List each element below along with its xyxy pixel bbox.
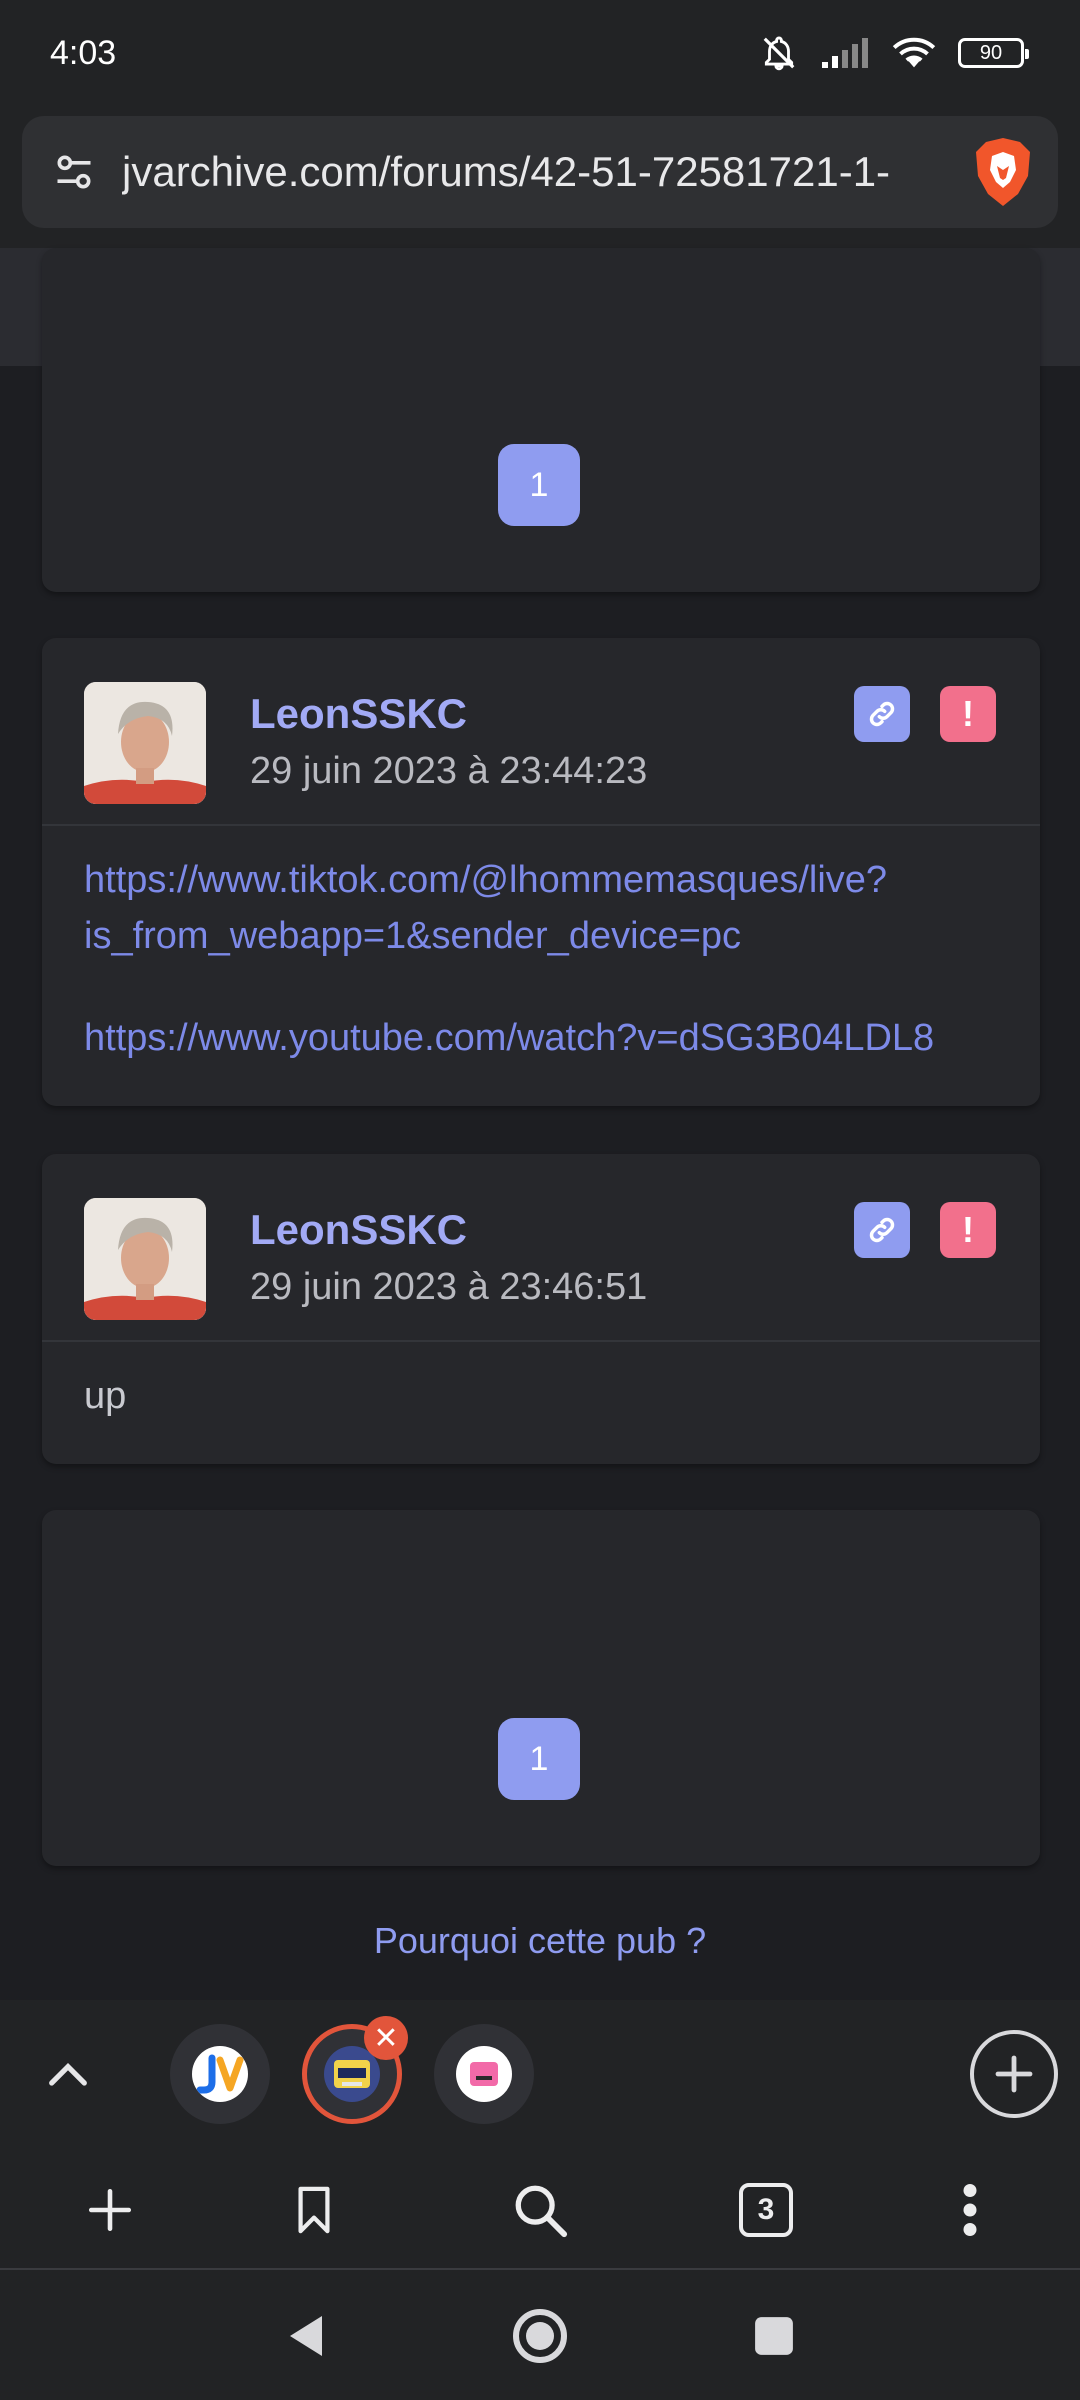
more-menu-button[interactable]	[932, 2172, 1008, 2248]
ad-notice-link[interactable]: Pourquoi cette pub ?	[0, 1920, 1080, 1962]
post-body: up	[42, 1342, 1040, 1424]
new-tab-button[interactable]	[72, 2172, 148, 2248]
link-icon	[869, 1217, 895, 1243]
more-vertical-icon	[963, 2184, 977, 2236]
status-bar: 4:03 90	[0, 0, 1080, 106]
tab-thumbnail[interactable]	[170, 2024, 270, 2124]
page-button[interactable]: 1	[498, 444, 580, 526]
report-button[interactable]: !	[940, 686, 996, 742]
system-nav-bar	[0, 2270, 1080, 2400]
jv-icon	[192, 2046, 248, 2102]
plus-icon	[995, 2055, 1033, 2093]
recents-icon	[755, 2317, 793, 2355]
brave-shields-icon[interactable]	[970, 136, 1036, 208]
avatar[interactable]	[84, 682, 206, 804]
back-button[interactable]	[268, 2300, 340, 2372]
pink-site-icon	[456, 2046, 512, 2102]
home-button[interactable]	[504, 2300, 576, 2372]
battery-icon: 90	[958, 38, 1029, 68]
post-header: LeonSSKC 29 juin 2023 à 23:44:23 !	[42, 638, 1040, 826]
status-icons: 90	[760, 34, 1029, 72]
bookmark-icon	[298, 2186, 330, 2234]
link-icon	[869, 701, 895, 727]
tab-count: 3	[739, 2183, 793, 2237]
add-tab-button[interactable]	[970, 2030, 1058, 2118]
address-bar-area: jvarchive.com/forums/42-51-72581721-1-	[0, 106, 1080, 248]
close-tab-icon[interactable]: ✕	[364, 2016, 408, 2060]
post-link[interactable]: is_from_webapp=1&sender_device=pc	[84, 908, 998, 964]
permalink-button[interactable]	[854, 686, 910, 742]
home-icon	[513, 2309, 567, 2363]
post-card: LeonSSKC 29 juin 2023 à 23:46:51 ! up	[42, 1154, 1040, 1464]
search-button[interactable]	[502, 2172, 578, 2248]
post-body: https://www.tiktok.com/@lhommemasques/li…	[42, 826, 1040, 1066]
site-settings-icon[interactable]	[44, 142, 104, 202]
bookmark-button[interactable]	[276, 2172, 352, 2248]
tab-switcher-button[interactable]: 3	[728, 2172, 804, 2248]
post-author[interactable]: LeonSSKC	[250, 690, 467, 738]
status-time: 4:03	[50, 33, 117, 72]
bell-off-icon	[763, 36, 795, 71]
avatar[interactable]	[84, 1198, 206, 1320]
recents-button[interactable]	[738, 2300, 810, 2372]
post-link[interactable]: https://www.tiktok.com/@lhommemasques/li…	[84, 852, 998, 908]
tab-thumbnail[interactable]	[434, 2024, 534, 2124]
back-icon	[290, 2316, 322, 2356]
url-text[interactable]: jvarchive.com/forums/42-51-72581721-1-	[122, 148, 958, 196]
post-date: 29 juin 2023 à 23:46:51	[250, 1266, 648, 1308]
page-button[interactable]: 1	[498, 1718, 580, 1800]
post-date: 29 juin 2023 à 23:44:23	[250, 750, 648, 792]
signal-icon	[822, 38, 868, 68]
post-text: up	[84, 1375, 127, 1417]
wifi-icon	[892, 37, 936, 68]
search-icon	[515, 2185, 568, 2238]
post-link[interactable]: https://www.youtube.com/watch?v=dSG3B04L…	[84, 1010, 998, 1066]
post-author[interactable]: LeonSSKC	[250, 1206, 467, 1254]
pagination-card-top: 1	[42, 248, 1040, 592]
post-header: LeonSSKC 29 juin 2023 à 23:46:51 !	[42, 1154, 1040, 1342]
report-button[interactable]: !	[940, 1202, 996, 1258]
bottom-toolbar: 3	[0, 2148, 1080, 2270]
chevron-up-icon[interactable]	[40, 2048, 96, 2104]
post-card: LeonSSKC 29 juin 2023 à 23:44:23 ! https…	[42, 638, 1040, 1106]
plus-icon	[88, 2188, 132, 2232]
permalink-button[interactable]	[854, 1202, 910, 1258]
pagination-card-bottom: 1	[42, 1510, 1040, 1866]
tab-strip: ✕	[0, 2000, 1080, 2148]
address-bar[interactable]: jvarchive.com/forums/42-51-72581721-1-	[22, 116, 1058, 228]
